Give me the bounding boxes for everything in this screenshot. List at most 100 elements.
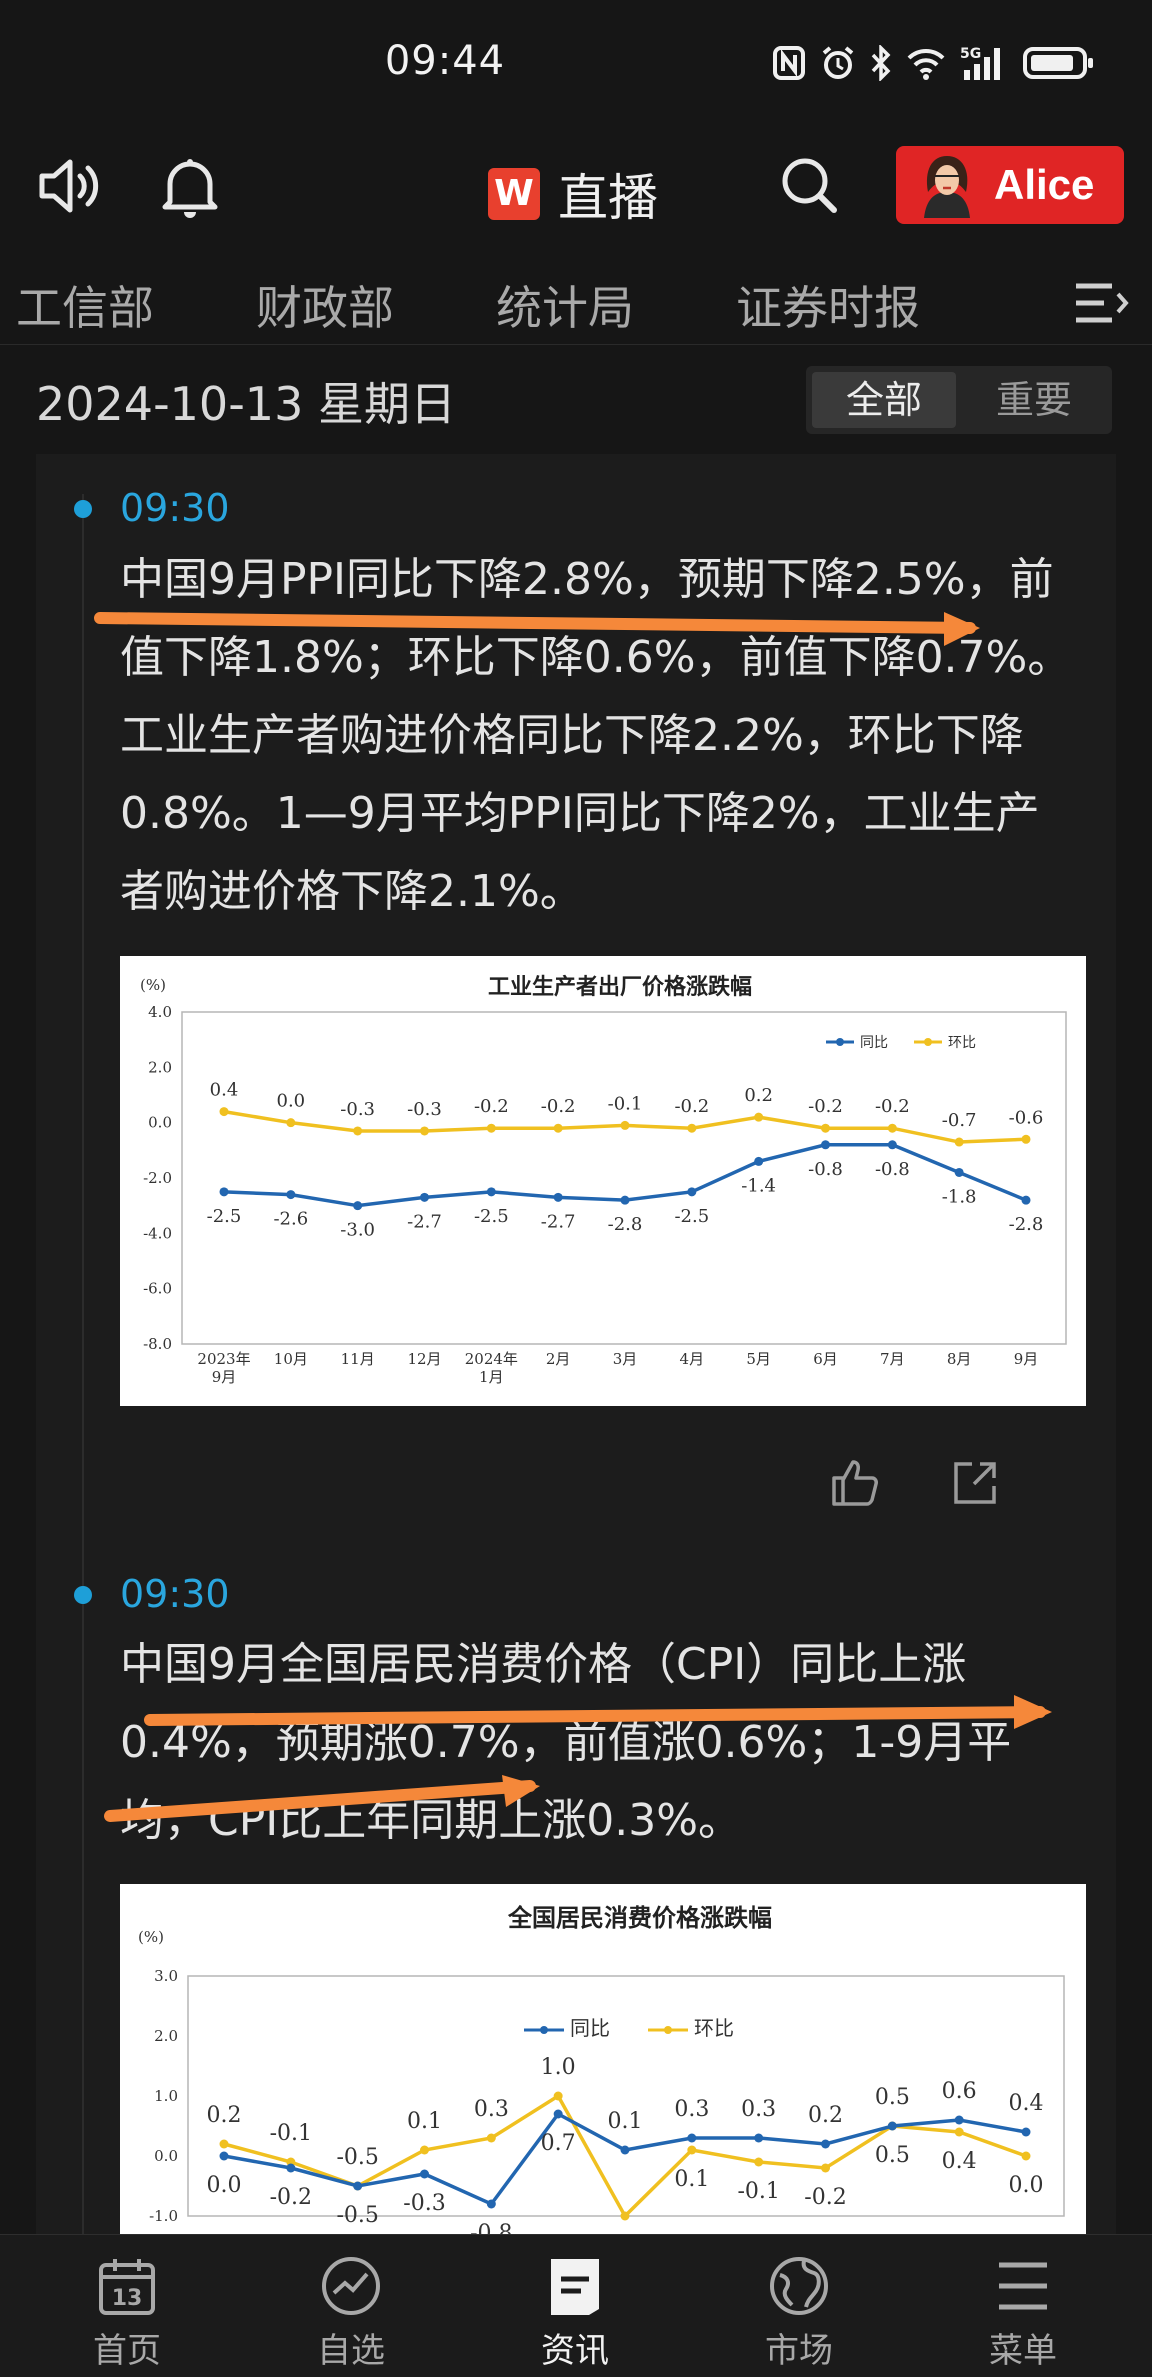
nav-label: 市场 <box>765 2331 833 2371</box>
data-label: 0.2 <box>207 2103 242 2128</box>
y-tick-label: 2.0 <box>148 1058 172 1076</box>
y-tick-label: 2.0 <box>154 2027 178 2045</box>
data-point <box>553 1192 563 1202</box>
legend-label: 环比 <box>694 2016 734 2040</box>
data-point <box>821 2139 830 2149</box>
news-line: 中国9月全国居民消费价格（CPI）同比上涨 <box>120 1639 967 1690</box>
data-point <box>553 2091 563 2101</box>
cpi-line-chart: 全国居民消费价格涨跌幅 (%) 3.0 2.0 1.0 0.0 -1.0 同比 环比 0.0 -0.… <box>138 1903 1065 2234</box>
data-label: 0.3 <box>741 2097 776 2122</box>
data-point <box>1021 1134 1031 1144</box>
data-point <box>954 1137 964 1147</box>
tabs-menu-button[interactable] <box>1022 280 1152 330</box>
data-label: -0.3 <box>403 2191 445 2216</box>
nav-menu[interactable]: 菜单 <box>908 2235 1138 2377</box>
share-icon[interactable] <box>950 1458 1000 1508</box>
data-point <box>1021 2127 1031 2137</box>
alarm-icon <box>822 46 854 79</box>
news-line: 中国9月PPI同比下降2.8%，预期下降2.5%，前 <box>120 554 1054 605</box>
page-title: 直播 <box>558 169 658 227</box>
data-label: -0.7 <box>942 1110 977 1131</box>
tabs-list-icon <box>1076 283 1129 323</box>
data-label: -2.5 <box>674 1206 709 1227</box>
y-tick-label: 4.0 <box>148 1003 172 1021</box>
ppi-chart[interactable]: 工业生产者出厂价格涨跌幅 (%) 4.0 2.0 0.0 -2.0 -4.0 -6.0 -8.0… <box>120 956 1086 1406</box>
trend-circle-icon <box>322 2257 380 2315</box>
news-line: 者购进价格下降2.1%。 <box>120 866 584 917</box>
data-point <box>486 2199 496 2209</box>
data-point <box>286 2163 296 2173</box>
data-label: 0.1 <box>407 2109 442 2134</box>
speaker-icon[interactable] <box>36 154 106 218</box>
data-point <box>687 1187 697 1197</box>
data-label: 0.3 <box>474 2097 509 2122</box>
data-point <box>219 2139 229 2149</box>
x-tick-label: 10月 <box>274 1350 308 1368</box>
data-label: -2.7 <box>541 1211 576 1232</box>
x-tick-label: 11月 <box>341 1350 375 1368</box>
data-point <box>553 1123 563 1133</box>
nfc-icon <box>773 46 805 80</box>
data-label: 0.2 <box>744 1085 773 1106</box>
news-feed: 09:30 中国9月PPI同比下降2.8%，预期下降2.5%，前 值下降1.8%… <box>36 454 1116 2234</box>
x-tick-label: 2024年 1月 <box>465 1350 518 1386</box>
bell-icon[interactable] <box>158 154 222 220</box>
data-label: -2.7 <box>407 1211 442 1232</box>
legend-marker <box>924 1038 932 1046</box>
like-icon[interactable] <box>830 1456 882 1508</box>
data-label: -0.2 <box>541 1096 576 1117</box>
data-label: -2.6 <box>273 1209 308 1230</box>
user-profile-button[interactable]: Alice <box>896 146 1124 224</box>
y-tick-label: 0.0 <box>148 1114 172 1132</box>
data-label: -0.2 <box>474 1096 509 1117</box>
data-label: -3.0 <box>340 1220 375 1241</box>
data-label: -0.8 <box>808 1159 843 1180</box>
y-tick-label: -6.0 <box>143 1280 172 1298</box>
tab-mof[interactable]: 财政部 <box>256 272 394 338</box>
top-bar: W 直播 Alice <box>0 136 1152 236</box>
nav-market[interactable]: 市场 <box>684 2235 914 2377</box>
tab-miit[interactable]: 工信部 <box>16 272 154 338</box>
data-point <box>486 1187 496 1197</box>
data-label: -0.2 <box>808 1096 843 1117</box>
svg-text:5G: 5G <box>960 46 981 62</box>
date-heading: 2024-10-13 星期日 <box>36 377 456 431</box>
data-label: 0.0 <box>277 1091 306 1112</box>
data-label: 0.1 <box>608 2109 643 2134</box>
avatar <box>924 156 970 218</box>
search-icon[interactable] <box>778 154 842 218</box>
data-point <box>887 2121 897 2131</box>
nav-home[interactable]: 13 首页 <box>12 2235 242 2377</box>
live-title: W 直播 <box>488 158 658 230</box>
data-point <box>887 1123 897 1133</box>
tab-securities-times[interactable]: 证券时报 <box>736 272 920 338</box>
data-point <box>286 1118 296 1128</box>
data-label: -0.3 <box>340 1099 375 1120</box>
data-point <box>219 1187 229 1197</box>
y-tick-label: 1.0 <box>154 2087 178 2105</box>
news-text[interactable]: 中国9月PPI同比下降2.8%，预期下降2.5%，前 值下降1.8%；环比下降0… <box>120 541 1110 931</box>
nav-label: 菜单 <box>989 2331 1057 2371</box>
nav-news[interactable]: 资讯 <box>460 2235 690 2377</box>
news-line: 均，CPI比上年同期上涨0.3%。 <box>120 1795 743 1846</box>
data-label: 0.6 <box>942 2079 977 2104</box>
data-point <box>286 1190 296 1200</box>
cpi-chart[interactable]: 全国居民消费价格涨跌幅 (%) 3.0 2.0 1.0 0.0 -1.0 同比 环比 0.0 -0.… <box>120 1884 1086 2234</box>
filter-all-button[interactable]: 全部 <box>812 372 956 428</box>
user-name: Alice <box>994 161 1095 208</box>
data-label: -2.8 <box>1009 1214 1044 1235</box>
chart-frame <box>187 1975 1065 2217</box>
status-time: 09:44 <box>384 38 506 84</box>
data-label: -0.1 <box>270 2121 312 2146</box>
data-label: 0.0 <box>207 2173 242 2198</box>
chart-title: 工业生产者出厂价格涨跌幅 <box>488 974 752 1000</box>
news-text[interactable]: 中国9月全国居民消费价格（CPI）同比上涨 0.4%，预期涨0.7%，前值涨0.… <box>120 1626 1110 1860</box>
data-label: 1.0 <box>541 2055 576 2080</box>
filter-important-button[interactable]: 重要 <box>962 372 1106 428</box>
nav-watchlist[interactable]: 自选 <box>236 2235 466 2377</box>
data-point <box>353 1201 363 1211</box>
data-point <box>821 1123 830 1133</box>
tab-nbs[interactable]: 统计局 <box>496 272 634 338</box>
data-label: 0.7 <box>541 2131 576 2156</box>
status-bar: 09:44 5G <box>0 0 1152 136</box>
